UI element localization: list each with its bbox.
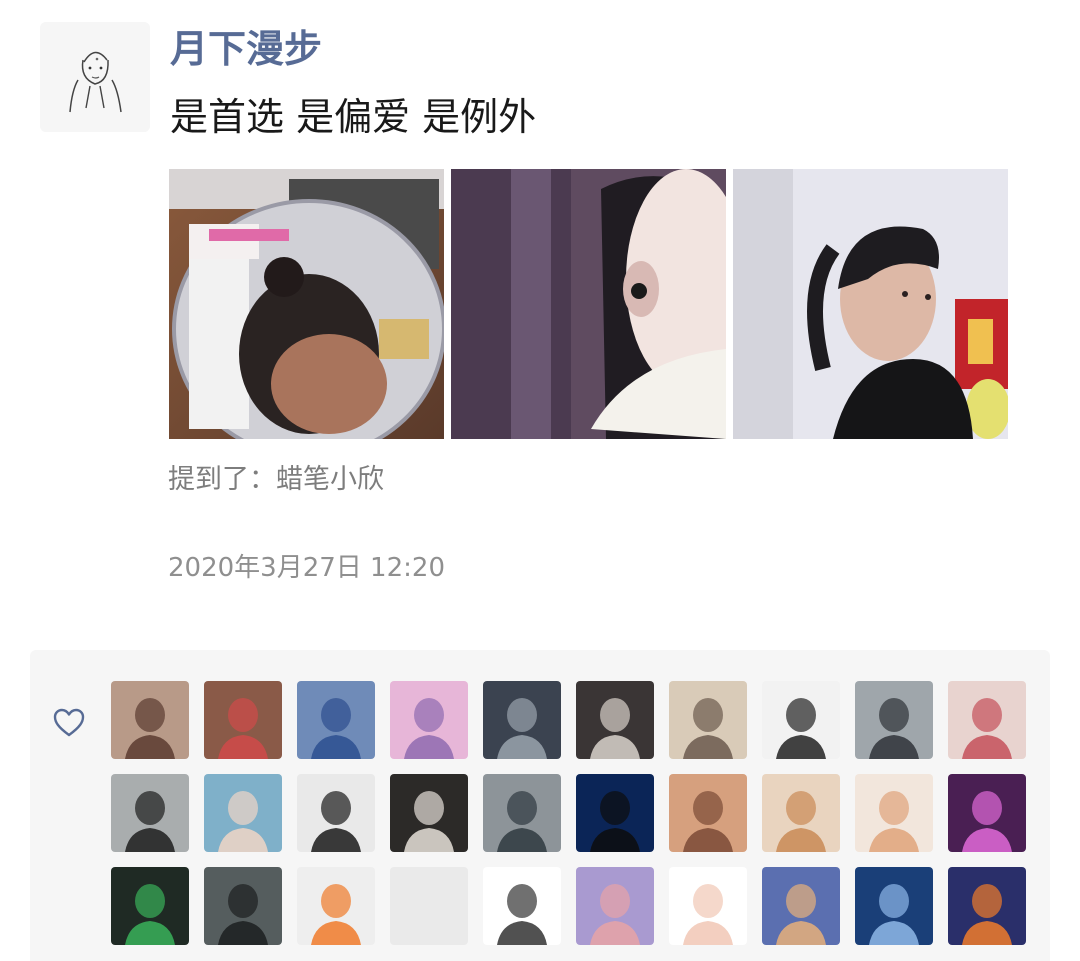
liker-avatar[interactable] xyxy=(297,774,375,852)
liker-avatar[interactable] xyxy=(855,867,933,945)
liker-avatar[interactable] xyxy=(204,867,282,945)
post-timestamp: 2020年3月27日 12:20 xyxy=(168,553,445,583)
buns-boy-icon xyxy=(297,867,375,945)
liker-avatar[interactable] xyxy=(111,867,189,945)
liker-avatar[interactable] xyxy=(762,681,840,759)
cartoon-boy-icon xyxy=(204,774,282,852)
hand-drawn-boy-icon xyxy=(483,867,561,945)
post-text: 是首选 是偏爱 是例外 xyxy=(170,95,537,139)
hooded-cat-icon xyxy=(576,681,654,759)
pink-anime-girl-icon xyxy=(390,681,468,759)
mentioned-users[interactable]: 提到了：蜡笔小欣 xyxy=(168,462,384,498)
liker-avatar[interactable] xyxy=(204,681,282,759)
liker-avatar[interactable] xyxy=(390,867,468,945)
liker-avatar[interactable] xyxy=(390,774,468,852)
liker-avatar[interactable] xyxy=(483,774,561,852)
long-hair-girl-icon xyxy=(111,774,189,852)
two-cats-icon xyxy=(390,774,468,852)
beach-boy-icon xyxy=(483,774,561,852)
liker-avatar[interactable] xyxy=(111,774,189,852)
liker-avatar[interactable] xyxy=(390,681,468,759)
night-sky-icon xyxy=(855,867,933,945)
liker-avatar[interactable] xyxy=(111,681,189,759)
liker-avatar[interactable] xyxy=(669,867,747,945)
liker-avatar[interactable] xyxy=(297,681,375,759)
origami-heart-icon xyxy=(948,681,1026,759)
liker-avatar[interactable] xyxy=(669,681,747,759)
shiba-dog-icon xyxy=(762,774,840,852)
liker-avatar[interactable] xyxy=(948,681,1026,759)
liker-avatar[interactable] xyxy=(762,774,840,852)
liker-avatar[interactable] xyxy=(576,681,654,759)
liker-avatar[interactable] xyxy=(948,867,1026,945)
green-jacket-icon xyxy=(111,867,189,945)
hand-drawn-boy-icon xyxy=(40,22,150,132)
liker-avatar[interactable] xyxy=(576,774,654,852)
liker-avatar[interactable] xyxy=(483,681,561,759)
tom-jerry-icon xyxy=(297,681,375,759)
user-avatar[interactable] xyxy=(40,22,150,132)
fiery-sea-icon xyxy=(948,867,1026,945)
liker-avatar[interactable] xyxy=(576,867,654,945)
liker-avatar[interactable] xyxy=(297,867,375,945)
liker-avatar[interactable] xyxy=(669,774,747,852)
girl-by-window-icon xyxy=(669,681,747,759)
shadow-stairs-icon xyxy=(204,867,282,945)
anime-girl-icon xyxy=(111,681,189,759)
liker-avatar[interactable] xyxy=(855,681,933,759)
cute-couple-icon xyxy=(855,774,933,852)
flower-crown-girl-icon xyxy=(669,774,747,852)
blank-icon xyxy=(390,867,468,945)
pink-pig-icon xyxy=(576,867,654,945)
liker-avatar[interactable] xyxy=(948,774,1026,852)
pig-lips-icon xyxy=(204,681,282,759)
blue-portrait-icon xyxy=(576,774,654,852)
liker-avatar[interactable] xyxy=(855,774,933,852)
neon-heart-girl-icon xyxy=(948,774,1026,852)
dark-anime-boy-icon xyxy=(483,681,561,759)
username[interactable]: 月下漫步 xyxy=(170,24,322,74)
girl-ponytail-icon xyxy=(733,169,1008,439)
seaside-figure-icon xyxy=(855,681,933,759)
post-photo-3[interactable] xyxy=(733,169,1008,439)
liker-avatar[interactable] xyxy=(204,774,282,852)
heart-outline-icon xyxy=(52,706,86,740)
liker-avatar[interactable] xyxy=(762,867,840,945)
post-photo-1[interactable] xyxy=(169,169,444,439)
sunset-tree-icon xyxy=(762,867,840,945)
bear-bottle-icon xyxy=(669,867,747,945)
bearded-boy-sketch-icon xyxy=(297,774,375,852)
post-photo-2[interactable] xyxy=(451,169,726,439)
girl-in-mirror-icon xyxy=(169,169,444,439)
girl-face-closeup-icon xyxy=(451,169,726,439)
likes-panel xyxy=(30,650,1050,961)
liker-avatar[interactable] xyxy=(483,867,561,945)
ink-sketch-icon xyxy=(762,681,840,759)
